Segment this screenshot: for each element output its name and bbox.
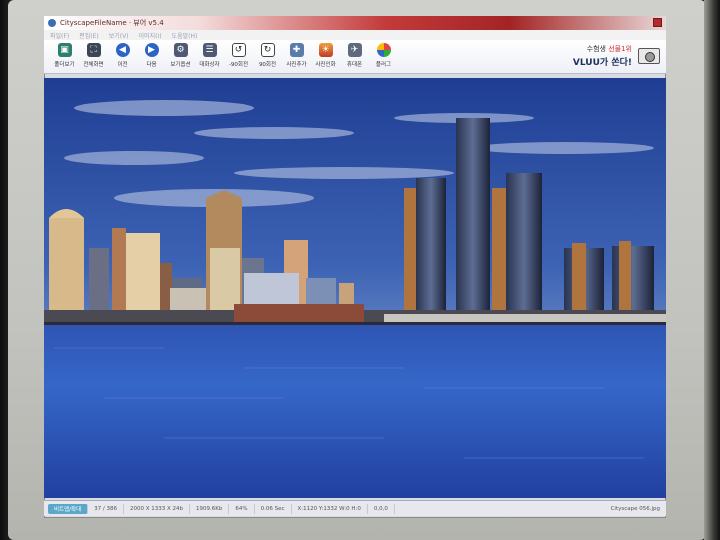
window-controls [653, 18, 662, 27]
menu-image[interactable]: 이미지(I) [139, 31, 162, 40]
menu-edit[interactable]: 편집(E) [79, 31, 99, 40]
plugin-icon [376, 43, 391, 57]
view-options-icon: ⚙ [173, 43, 188, 57]
folder-view-icon: ▣ [57, 43, 72, 57]
status-load-time: 0.06 Sec [255, 503, 292, 514]
next-icon: ▶ [144, 43, 159, 57]
image-viewport[interactable] [44, 78, 666, 498]
print-photo-icon: ☀ [318, 43, 333, 57]
toolbar-button-print-photo[interactable]: ☀ 사진인화 [311, 40, 340, 72]
brand-headline: VLUU가 쏜다! [572, 58, 632, 68]
status-bar: 비트맵/확대 37 / 386 2000 X 1333 X 24b 1909.6… [44, 500, 666, 516]
rotate-right-icon: ↻ [260, 43, 275, 57]
desk-shadow-right [704, 0, 720, 540]
status-filename: Cityscape 056.jpg [610, 505, 660, 512]
status-mode[interactable]: 비트맵/확대 [48, 503, 89, 514]
previous-icon: ◀ [115, 43, 130, 57]
toolbar-label: 플러그 [375, 62, 392, 68]
city-skyline-photo [44, 78, 666, 498]
add-photo-icon: ✚ [289, 43, 304, 57]
toolbar-button-dialog[interactable]: ☰ 대화상자 [195, 40, 224, 72]
window-title: CityscapeFileName · 뷰어 v5.4 [60, 19, 164, 27]
toolbar-label: 대화상자 [199, 62, 220, 68]
status-index: 37 / 386 [88, 503, 125, 514]
toolbar-label: 전체화면 [83, 62, 104, 68]
toolbar-button-view-options[interactable]: ⚙ 보기옵션 [166, 40, 195, 72]
toolbar-button-previous[interactable]: ◀ 이전 [108, 40, 137, 72]
app-icon [48, 19, 56, 27]
toolbar-button-rotate-left[interactable]: ↺ -90회전 [224, 40, 253, 72]
menu-bar: 파일(F) 편집(E) 보기(V) 이미지(I) 도움말(H) [44, 30, 666, 40]
toolbar-button-add-photo[interactable]: ✚ 사진추가 [282, 40, 311, 72]
toolbar-button-phone[interactable]: ✈ 휴대폰 [340, 40, 369, 72]
toolbar-button-rotate-right[interactable]: ↻ 90회전 [253, 40, 282, 72]
camera-icon [638, 48, 660, 64]
toolbar-label: -90회전 [228, 62, 249, 68]
title-bar: CityscapeFileName · 뷰어 v5.4 [44, 16, 666, 30]
brand-banner[interactable]: 수험생 선물1위 VLUU가 쏜다! [572, 44, 660, 68]
menu-help[interactable]: 도움말(H) [172, 31, 198, 40]
status-dimensions: 2000 X 1333 X 24b [124, 503, 191, 514]
toolbar-button-plugin[interactable]: 플러그 [369, 40, 398, 72]
toolbar-label: 사진인화 [315, 62, 336, 68]
fullscreen-icon: ⛶ [86, 43, 101, 57]
close-button[interactable] [653, 18, 662, 27]
status-color: 0,0,0 [368, 503, 395, 514]
status-cursor: X:1120 Y:1332 W:0 H:0 [292, 503, 368, 514]
toolbar-label: 보기옵션 [170, 62, 191, 68]
menu-file[interactable]: 파일(F) [50, 31, 69, 40]
toolbar-button-folder-view[interactable]: ▣ 폴더보기 [50, 40, 79, 72]
rotate-left-icon: ↺ [231, 43, 246, 57]
status-zoom: 64% [229, 503, 255, 514]
status-filesize: 1909.6Kb [190, 503, 230, 514]
toolbar-label: 이전 [117, 62, 128, 68]
toolbar-label: 폴더보기 [54, 62, 75, 68]
toolbar-label: 90회전 [258, 62, 277, 68]
toolbar-button-fullscreen[interactable]: ⛶ 전체화면 [79, 40, 108, 72]
toolbar-button-next[interactable]: ▶ 다음 [137, 40, 166, 72]
menu-view[interactable]: 보기(V) [109, 31, 129, 40]
toolbar-label: 다음 [146, 62, 157, 68]
brand-tagline: 수험생 선물1위 [586, 45, 632, 53]
phone-icon: ✈ [347, 43, 362, 57]
toolbar-label: 사진추가 [286, 62, 307, 68]
monitor-screen: CityscapeFileName · 뷰어 v5.4 파일(F) 편집(E) … [44, 16, 666, 518]
toolbar-label: 휴대폰 [346, 62, 363, 68]
dialog-icon: ☰ [202, 43, 217, 57]
